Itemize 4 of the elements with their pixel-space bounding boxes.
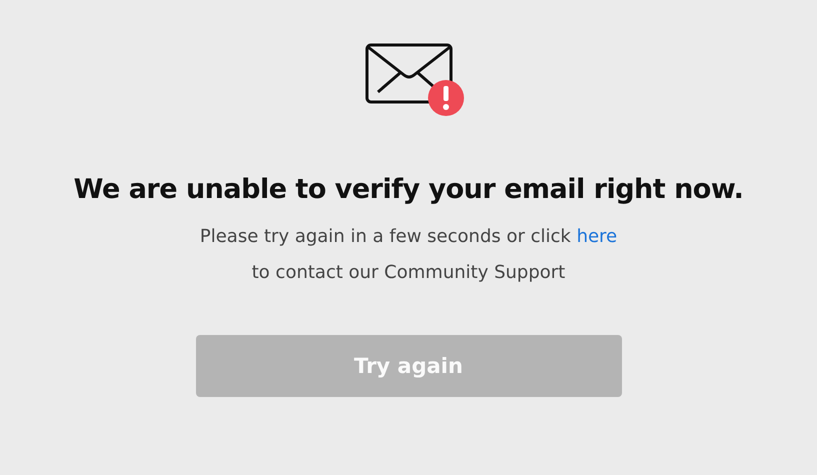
help-message: Please try again in a few seconds or click here to contact our Community Support: [200, 225, 618, 285]
error-heading: We are unable to verify your email right now.: [74, 174, 744, 205]
email-error-icon: [364, 42, 466, 118]
support-link[interactable]: here: [576, 226, 618, 247]
